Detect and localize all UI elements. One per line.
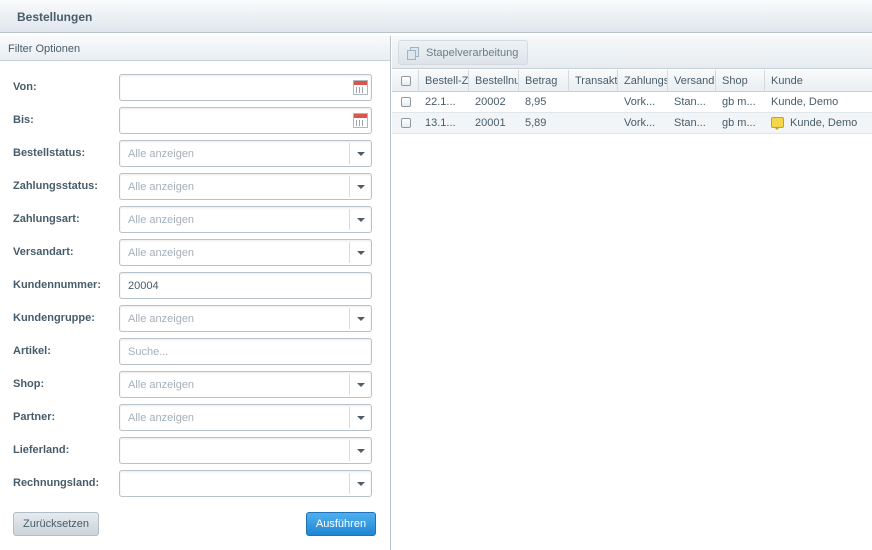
window-titlebar: Bestellungen bbox=[0, 0, 872, 33]
select-all-checkbox[interactable] bbox=[401, 76, 411, 86]
batch-processing-button[interactable]: Stapelverarbeitung bbox=[398, 40, 528, 65]
filter-label-shipping-method: Versandart: bbox=[13, 246, 74, 258]
filter-row-order-status: Bestellstatus: Alle anzeigen bbox=[0, 140, 390, 167]
date-to-input[interactable] bbox=[119, 107, 372, 134]
filter-label-delivery-country: Lieferland: bbox=[13, 444, 70, 456]
filter-panel-title: Filter Optionen bbox=[8, 43, 81, 55]
comment-icon[interactable] bbox=[771, 117, 784, 130]
reset-button[interactable]: Zurücksetzen bbox=[13, 512, 99, 536]
filter-row-article: Artikel: Suche... bbox=[0, 338, 390, 365]
filter-row-partner: Partner: Alle anzeigen bbox=[0, 404, 390, 431]
filter-label-billing-country: Rechnungsland: bbox=[13, 477, 100, 489]
filter-label-article: Artikel: bbox=[13, 345, 51, 357]
column-header-amount[interactable]: Betrag bbox=[519, 70, 569, 92]
payment-method-select[interactable]: Alle anzeigen bbox=[119, 206, 372, 233]
chevron-down-icon[interactable] bbox=[349, 473, 371, 494]
select-all-column bbox=[392, 70, 419, 92]
partner-select[interactable]: Alle anzeigen bbox=[119, 404, 372, 431]
chevron-down-icon[interactable] bbox=[349, 143, 371, 164]
article-search-input[interactable]: Suche... bbox=[119, 338, 372, 365]
payment-status-select[interactable]: Alle anzeigen bbox=[119, 173, 372, 200]
filter-label-payment-method: Zahlungsart: bbox=[13, 213, 80, 225]
filter-panel: Filter Optionen Von: Bis: Bestellstatus:… bbox=[0, 36, 391, 550]
orders-window: Bestellungen Filter Optionen Von: Bis: B… bbox=[0, 0, 872, 550]
run-filter-button[interactable]: Ausführen bbox=[306, 512, 376, 536]
window-title: Bestellungen bbox=[17, 10, 93, 24]
stack-icon bbox=[407, 47, 419, 60]
column-header-payment[interactable]: Zahlungs bbox=[618, 70, 668, 92]
column-header-shipping[interactable]: Versand bbox=[668, 70, 716, 92]
customer-group-select[interactable]: Alle anzeigen bbox=[119, 305, 372, 332]
column-header-order-number[interactable]: Bestellnu bbox=[469, 70, 519, 92]
filter-label-payment-status: Zahlungsstatus: bbox=[13, 180, 98, 192]
chevron-down-icon[interactable] bbox=[349, 407, 371, 428]
chevron-down-icon[interactable] bbox=[349, 176, 371, 197]
chevron-down-icon[interactable] bbox=[349, 374, 371, 395]
table-row[interactable]: 22.1... 20002 8,95 Vork... Stan... gb m.… bbox=[392, 92, 872, 113]
filter-row-customer-group: Kundengruppe: Alle anzeigen bbox=[0, 305, 390, 332]
customer-number-input[interactable]: 20004 bbox=[119, 272, 372, 299]
filter-label-customer-group: Kundengruppe: bbox=[13, 312, 95, 324]
chevron-down-icon[interactable] bbox=[349, 440, 371, 461]
filter-label-customer-number: Kundennummer: bbox=[13, 279, 101, 291]
table-row[interactable]: 13.1... 20001 5,89 Vork... Stan... gb m.… bbox=[392, 113, 872, 134]
filter-row-bis: Bis: bbox=[0, 107, 390, 134]
column-header-shop[interactable]: Shop bbox=[716, 70, 765, 92]
grid-toolbar: Stapelverarbeitung bbox=[392, 36, 872, 69]
filter-label-shop: Shop: bbox=[13, 378, 45, 390]
filter-row-delivery-country: Lieferland: bbox=[0, 437, 390, 464]
grid-header: Bestell-Z Bestellnu Betrag Transakt Zahl… bbox=[392, 70, 872, 92]
delivery-country-select[interactable] bbox=[119, 437, 372, 464]
filter-row-payment-method: Zahlungsart: Alle anzeigen bbox=[0, 206, 390, 233]
filter-label-von: Von: bbox=[13, 81, 37, 93]
column-header-order-date[interactable]: Bestell-Z bbox=[419, 70, 469, 92]
calendar-icon[interactable] bbox=[353, 80, 368, 95]
filter-label-order-status: Bestellstatus: bbox=[13, 147, 86, 159]
shop-select[interactable]: Alle anzeigen bbox=[119, 371, 372, 398]
chevron-down-icon[interactable] bbox=[349, 308, 371, 329]
calendar-icon[interactable] bbox=[353, 113, 368, 128]
billing-country-select[interactable] bbox=[119, 470, 372, 497]
row-checkbox[interactable] bbox=[401, 118, 411, 128]
chevron-down-icon[interactable] bbox=[349, 242, 371, 263]
filter-row-billing-country: Rechnungsland: bbox=[0, 470, 390, 497]
orders-grid-panel: Stapelverarbeitung Bestell-Z Bestellnu B… bbox=[392, 36, 872, 550]
customer-name: Kunde, Demo bbox=[790, 117, 858, 129]
shipping-method-select[interactable]: Alle anzeigen bbox=[119, 239, 372, 266]
filter-row-payment-status: Zahlungsstatus: Alle anzeigen bbox=[0, 173, 390, 200]
filter-row-von: Von: bbox=[0, 74, 390, 101]
filter-row-customer-number: Kundennummer: 20004 bbox=[0, 272, 390, 299]
chevron-down-icon[interactable] bbox=[349, 209, 371, 230]
column-header-customer[interactable]: Kunde bbox=[765, 70, 872, 92]
filter-row-shipping-method: Versandart: Alle anzeigen bbox=[0, 239, 390, 266]
filter-panel-header: Filter Optionen bbox=[0, 36, 390, 61]
filter-label-bis: Bis: bbox=[13, 114, 34, 126]
row-checkbox[interactable] bbox=[401, 97, 411, 107]
column-header-transaction[interactable]: Transakt bbox=[569, 70, 618, 92]
filter-row-shop: Shop: Alle anzeigen bbox=[0, 371, 390, 398]
filter-label-partner: Partner: bbox=[13, 411, 56, 423]
date-from-input[interactable] bbox=[119, 74, 372, 101]
customer-name: Kunde, Demo bbox=[771, 96, 839, 108]
order-status-select[interactable]: Alle anzeigen bbox=[119, 140, 372, 167]
